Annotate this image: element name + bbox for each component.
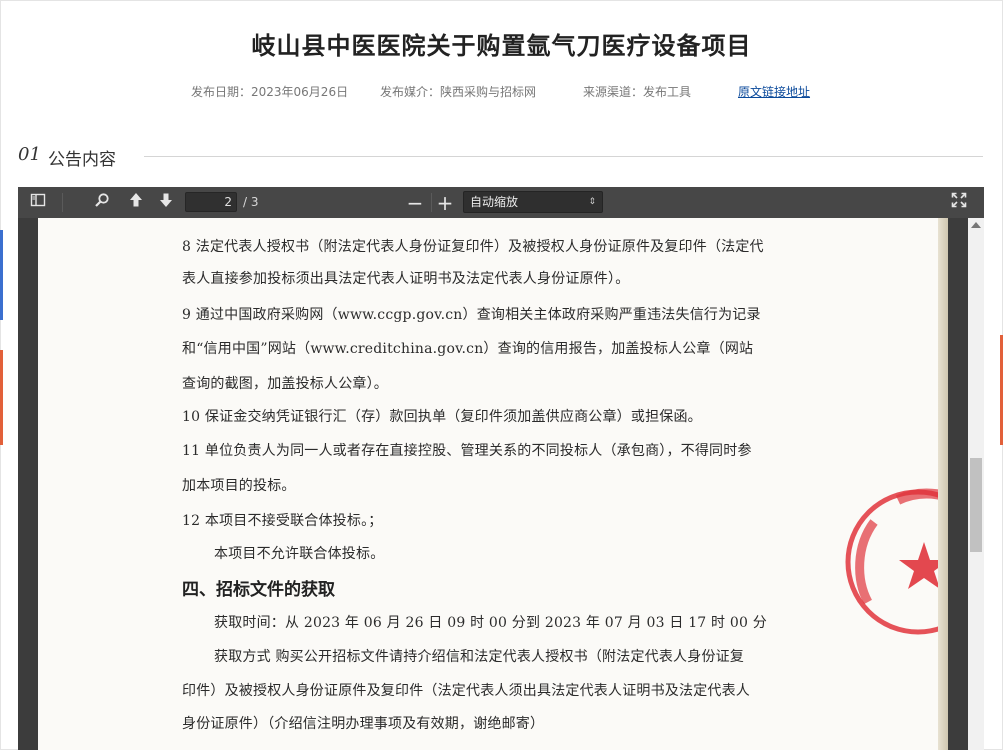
page-edge-shadow: [938, 218, 948, 750]
section-divider: [144, 156, 983, 157]
page-title: 岐山县中医医院关于购置氩气刀医疗设备项目: [251, 32, 752, 60]
left-accent-strip-red: [0, 350, 3, 445]
doc-line: 加本项目的投标。: [182, 478, 296, 494]
zoom-select-value: 自动缩放: [470, 195, 519, 209]
toolbar-divider: [431, 193, 432, 212]
red-seal-stamp: [845, 488, 948, 635]
doc-line: 查询的截图，加盖投标人公章）。: [182, 376, 388, 392]
publish-media: 发布媒介：陕西采购与招标网: [380, 85, 537, 99]
doc-line: 本项目不允许联合体投标。: [214, 546, 385, 562]
section-number: 01: [18, 144, 41, 165]
original-link[interactable]: 原文链接地址: [738, 83, 810, 100]
sidebar-toggle-icon[interactable]: [27, 192, 49, 214]
section-label: 公告内容: [48, 150, 116, 170]
pdf-viewer: 2 / 3 − + 自动缩放 ⇕ 8 法定代表人授权书（附法定代表人身份证复印件…: [18, 187, 984, 750]
select-caret-icon: ⇕: [588, 197, 596, 207]
scroll-up-icon[interactable]: [971, 222, 981, 228]
doc-line: 身份证原件）（介绍信注明办理事项及有效期，谢绝邮寄）: [182, 716, 545, 732]
source-channel: 来源渠道：发布工具: [583, 85, 692, 99]
doc-line: 获取时间：从 2023 年 06 月 26 日 09 时 00 分到 2023 …: [214, 615, 767, 631]
vertical-scrollbar[interactable]: [968, 218, 984, 750]
doc-line: 9 通过中国政府采购网（www.ccgp.gov.cn）查询相关主体政府采购严重…: [182, 307, 761, 323]
fullscreen-icon[interactable]: [948, 192, 970, 214]
pdf-page: 8 法定代表人授权书（附法定代表人身份证复印件）及被授权人身份证原件及复印件（法…: [38, 218, 948, 750]
document-area[interactable]: 8 法定代表人授权书（附法定代表人身份证复印件）及被授权人身份证原件及复印件（法…: [18, 218, 968, 750]
page-total: / 3: [243, 195, 259, 209]
section-header: 01 公告内容: [18, 143, 983, 170]
doc-line: 11 单位负责人为同一人或者存在直接控股、管理关系的不同投标人（承包商），不得同…: [182, 443, 752, 459]
doc-line: 8 法定代表人授权书（附法定代表人身份证复印件）及被授权人身份证原件及复印件（法…: [182, 239, 764, 255]
pdf-toolbar: 2 / 3 − + 自动缩放 ⇕: [18, 187, 984, 219]
left-accent-strip: [0, 230, 3, 320]
search-icon[interactable]: [91, 192, 113, 214]
previous-page-icon[interactable]: [125, 192, 147, 214]
page-number-input[interactable]: 2: [185, 192, 237, 212]
doc-line: 12 本项目不接受联合体投标。；: [182, 513, 383, 529]
doc-heading: 四、招标文件的获取: [182, 580, 335, 600]
toolbar-divider: [62, 193, 63, 212]
doc-line: 印件）及被授权人身份证原件及复印件（法定代表人须出具法定代表人证明书及法定代表人: [182, 683, 750, 699]
zoom-in-button[interactable]: +: [434, 192, 456, 214]
doc-line: 和“信用中国”网站（www.creditchina.gov.cn）查询的信用报告…: [182, 341, 754, 357]
doc-line: 表人直接参加投标须出具法定代表人证明书及法定代表人身份证原件）。: [182, 271, 630, 287]
next-page-icon[interactable]: [155, 192, 177, 214]
scrollbar-thumb[interactable]: [970, 458, 982, 552]
doc-line: 10 保证金交纳凭证银行汇（存）款回执单（复印件须加盖供应商公章）或担保函。: [182, 409, 702, 425]
zoom-out-button[interactable]: −: [404, 192, 426, 214]
publish-date: 发布日期：2023年06月26日: [191, 85, 349, 99]
doc-line: 获取方式 购买公开招标文件请持介绍信和法定代表人授权书（附法定代表人身份证复: [214, 649, 745, 665]
zoom-select[interactable]: 自动缩放 ⇕: [463, 191, 603, 213]
